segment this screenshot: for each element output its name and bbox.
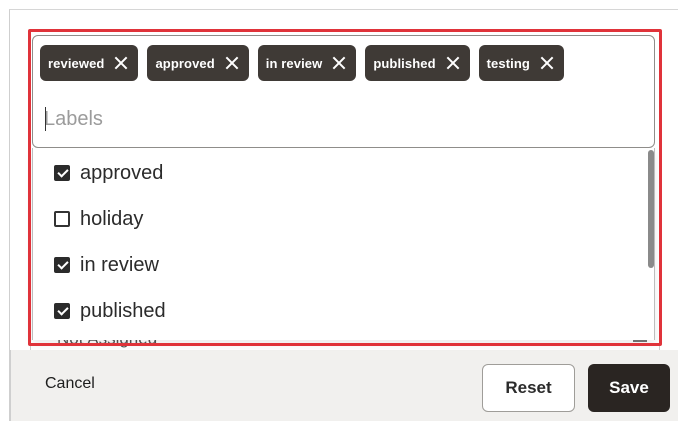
dialog-footer: Cancel Reset Save [10, 350, 678, 421]
selected-labels: reviewed approved in review published te… [40, 45, 564, 81]
labels-input[interactable]: reviewed approved in review published te… [32, 35, 655, 148]
close-icon[interactable] [225, 56, 239, 70]
option-approved[interactable]: approved [54, 158, 163, 188]
label-chip-in-review: in review [257, 45, 357, 81]
dropdown-scrollbar[interactable] [648, 150, 654, 268]
chip-label: reviewed [48, 55, 105, 71]
text-caret [45, 107, 46, 131]
close-icon[interactable] [540, 56, 554, 70]
labels-dropdown-list: approved holiday in review published [32, 148, 655, 340]
checkbox-unchecked-icon[interactable] [54, 211, 70, 227]
labels-search-input[interactable] [44, 102, 634, 136]
close-icon[interactable] [332, 56, 346, 70]
cancel-button[interactable]: Cancel [33, 366, 107, 402]
option-in-review[interactable]: in review [54, 250, 159, 280]
option-label: approved [80, 161, 164, 184]
option-label: published [80, 299, 166, 322]
reset-button[interactable]: Reset [482, 364, 575, 412]
chip-label: testing [486, 55, 530, 71]
checkbox-checked-icon[interactable] [54, 257, 70, 273]
option-label: holiday [80, 207, 144, 230]
label-chip-published: published [365, 45, 470, 81]
close-icon[interactable] [114, 56, 128, 70]
label-chip-testing: testing [478, 45, 564, 81]
option-holiday[interactable]: holiday [54, 204, 143, 234]
close-icon[interactable] [446, 56, 460, 70]
chip-label: published [373, 55, 436, 71]
option-published[interactable]: published [54, 296, 166, 326]
label-chip-reviewed: reviewed [40, 45, 139, 81]
chip-label: approved [155, 55, 215, 71]
checkbox-checked-icon[interactable] [54, 303, 70, 319]
option-label: in review [80, 253, 159, 276]
save-button[interactable]: Save [588, 364, 670, 412]
checkbox-checked-icon[interactable] [54, 165, 70, 181]
label-chip-approved: approved [147, 45, 249, 81]
chevron-down-icon [633, 340, 647, 342]
chip-label: in review [265, 55, 323, 71]
